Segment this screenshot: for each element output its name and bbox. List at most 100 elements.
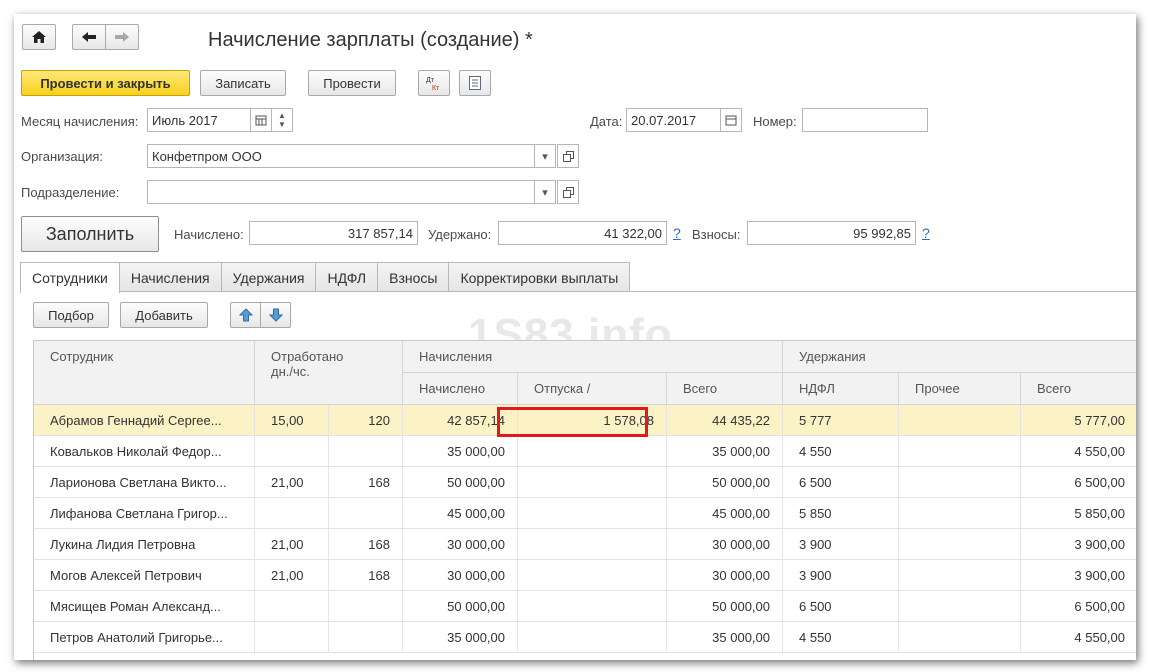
cell-deductions-total[interactable]: 3 900,00 (1021, 529, 1136, 559)
cell-accrued[interactable]: 50 000,00 (403, 467, 518, 497)
cell-ndfl[interactable]: 4 550 (783, 436, 899, 466)
cell-days[interactable]: 21,00 (255, 467, 329, 497)
cell-other[interactable] (899, 560, 1021, 590)
cell-other[interactable] (899, 467, 1021, 497)
cell-hours[interactable] (329, 622, 403, 652)
date-field[interactable]: 20.07.2017 (626, 108, 721, 132)
cell-days[interactable] (255, 622, 329, 652)
fill-button[interactable]: Заполнить (21, 216, 159, 252)
cell-accrued[interactable]: 45 000,00 (403, 498, 518, 528)
cell-days[interactable]: 21,00 (255, 529, 329, 559)
post-button[interactable]: Провести (308, 70, 396, 96)
dept-field[interactable] (147, 180, 535, 204)
cell-vacation[interactable] (518, 622, 667, 652)
cell-hours[interactable]: 168 (329, 467, 403, 497)
month-calendar-button[interactable] (250, 108, 272, 132)
cell-employee[interactable]: Петров Анатолий Григорье... (34, 622, 255, 652)
select-button[interactable]: Подбор (33, 302, 109, 328)
cell-accruals-total[interactable]: 45 000,00 (667, 498, 783, 528)
forward-button[interactable] (105, 24, 139, 50)
cell-days[interactable] (255, 498, 329, 528)
cell-employee[interactable]: Мясищев Роман Александ... (34, 591, 255, 621)
withheld-help-link[interactable]: ? (673, 225, 681, 241)
tab-deductions[interactable]: Удержания (220, 262, 317, 292)
col-accruals-total[interactable]: Всего (667, 373, 783, 405)
cell-ndfl[interactable]: 5 777 (783, 405, 899, 435)
cell-vacation[interactable] (518, 560, 667, 590)
cell-days[interactable] (255, 436, 329, 466)
cell-vacation[interactable] (518, 591, 667, 621)
cell-vacation[interactable] (518, 467, 667, 497)
org-dropdown-button[interactable]: ▾ (534, 144, 556, 168)
col-ndfl[interactable]: НДФЛ (783, 373, 899, 405)
cell-other[interactable] (899, 498, 1021, 528)
cell-deductions-total[interactable]: 4 550,00 (1021, 436, 1136, 466)
table-row[interactable]: Ларионова Светлана Викто... 21,00 168 50 00… (34, 467, 1136, 498)
tab-payment-corrections[interactable]: Корректировки выплаты (448, 262, 631, 292)
move-down-button[interactable] (260, 302, 291, 328)
cell-hours[interactable]: 168 (329, 560, 403, 590)
cell-accruals-total[interactable]: 50 000,00 (667, 591, 783, 621)
cell-hours[interactable]: 168 (329, 529, 403, 559)
cell-accruals-total[interactable]: 50 000,00 (667, 467, 783, 497)
cell-accruals-total[interactable]: 35 000,00 (667, 436, 783, 466)
cell-employee[interactable]: Лифанова Светлана Григор... (34, 498, 255, 528)
cell-other[interactable] (899, 405, 1021, 435)
add-button[interactable]: Добавить (120, 302, 208, 328)
cell-vacation[interactable] (518, 436, 667, 466)
dept-dropdown-button[interactable]: ▾ (534, 180, 556, 204)
cell-employee[interactable]: Абрамов Геннадий Сергее... (34, 405, 255, 435)
col-employee[interactable]: Сотрудник (34, 341, 255, 405)
cell-hours[interactable]: 120 (329, 405, 403, 435)
cell-hours[interactable] (329, 436, 403, 466)
cell-other[interactable] (899, 591, 1021, 621)
cell-accruals-total[interactable]: 44 435,22 (667, 405, 783, 435)
cell-accruals-total[interactable]: 30 000,00 (667, 529, 783, 559)
cell-employee[interactable]: Ларионова Светлана Викто... (34, 467, 255, 497)
cell-accruals-total[interactable]: 30 000,00 (667, 560, 783, 590)
cell-accrued[interactable]: 30 000,00 (403, 560, 518, 590)
tab-accruals[interactable]: Начисления (118, 262, 222, 292)
cell-other[interactable] (899, 436, 1021, 466)
cell-employee[interactable]: Могов Алексей Петрович (34, 560, 255, 590)
table-row[interactable]: Мясищев Роман Александ... 50 000,00 50 000… (34, 591, 1136, 622)
table-row[interactable]: Петров Анатолий Григорье... 35 000,00 35 0… (34, 622, 1136, 653)
cell-accrued[interactable]: 35 000,00 (403, 622, 518, 652)
col-vacation[interactable]: Отпуска / (518, 373, 667, 405)
table-row[interactable]: Лукина Лидия Петровна 21,00 168 30 000,00 30… (34, 529, 1136, 560)
cell-other[interactable] (899, 529, 1021, 559)
col-accrued[interactable]: Начислено (403, 373, 518, 405)
dept-open-button[interactable] (557, 180, 579, 204)
cell-deductions-total[interactable]: 5 850,00 (1021, 498, 1136, 528)
post-and-close-button[interactable]: Провести и закрыть (21, 70, 190, 96)
cell-days[interactable]: 15,00 (255, 405, 329, 435)
col-deductions-total[interactable]: Всего (1021, 373, 1136, 405)
table-row[interactable]: Ковальков Николай Федор... 35 000,00 35 00… (34, 436, 1136, 467)
save-button[interactable]: Записать (200, 70, 286, 96)
cell-deductions-total[interactable]: 6 500,00 (1021, 591, 1136, 621)
cell-ndfl[interactable]: 5 850 (783, 498, 899, 528)
cell-other[interactable] (899, 622, 1021, 652)
report-button[interactable] (459, 70, 491, 96)
tab-contributions[interactable]: Взносы (377, 262, 450, 292)
cell-accrued[interactable]: 30 000,00 (403, 529, 518, 559)
cell-days[interactable] (255, 591, 329, 621)
cell-deductions-total[interactable]: 5 777,00 (1021, 405, 1136, 435)
cell-hours[interactable] (329, 498, 403, 528)
cell-vacation[interactable] (518, 498, 667, 528)
table-row[interactable]: Лифанова Светлана Григор... 45 000,00 45 0… (34, 498, 1136, 529)
cell-ndfl[interactable]: 6 500 (783, 591, 899, 621)
tab-ndfl[interactable]: НДФЛ (315, 262, 379, 292)
cell-accrued[interactable]: 35 000,00 (403, 436, 518, 466)
month-spinner[interactable]: ▲ ▼ (271, 108, 293, 132)
contrib-help-link[interactable]: ? (922, 225, 930, 241)
tab-employees[interactable]: Сотрудники (20, 262, 120, 293)
table-row[interactable]: Могов Алексей Петрович 21,00 168 30 000,00 3… (34, 560, 1136, 591)
cell-accrued[interactable]: 50 000,00 (403, 591, 518, 621)
back-button[interactable] (72, 24, 106, 50)
cell-accruals-total[interactable]: 35 000,00 (667, 622, 783, 652)
cell-vacation[interactable] (518, 529, 667, 559)
cell-deductions-total[interactable]: 3 900,00 (1021, 560, 1136, 590)
cell-employee[interactable]: Лукина Лидия Петровна (34, 529, 255, 559)
cell-ndfl[interactable]: 3 900 (783, 560, 899, 590)
